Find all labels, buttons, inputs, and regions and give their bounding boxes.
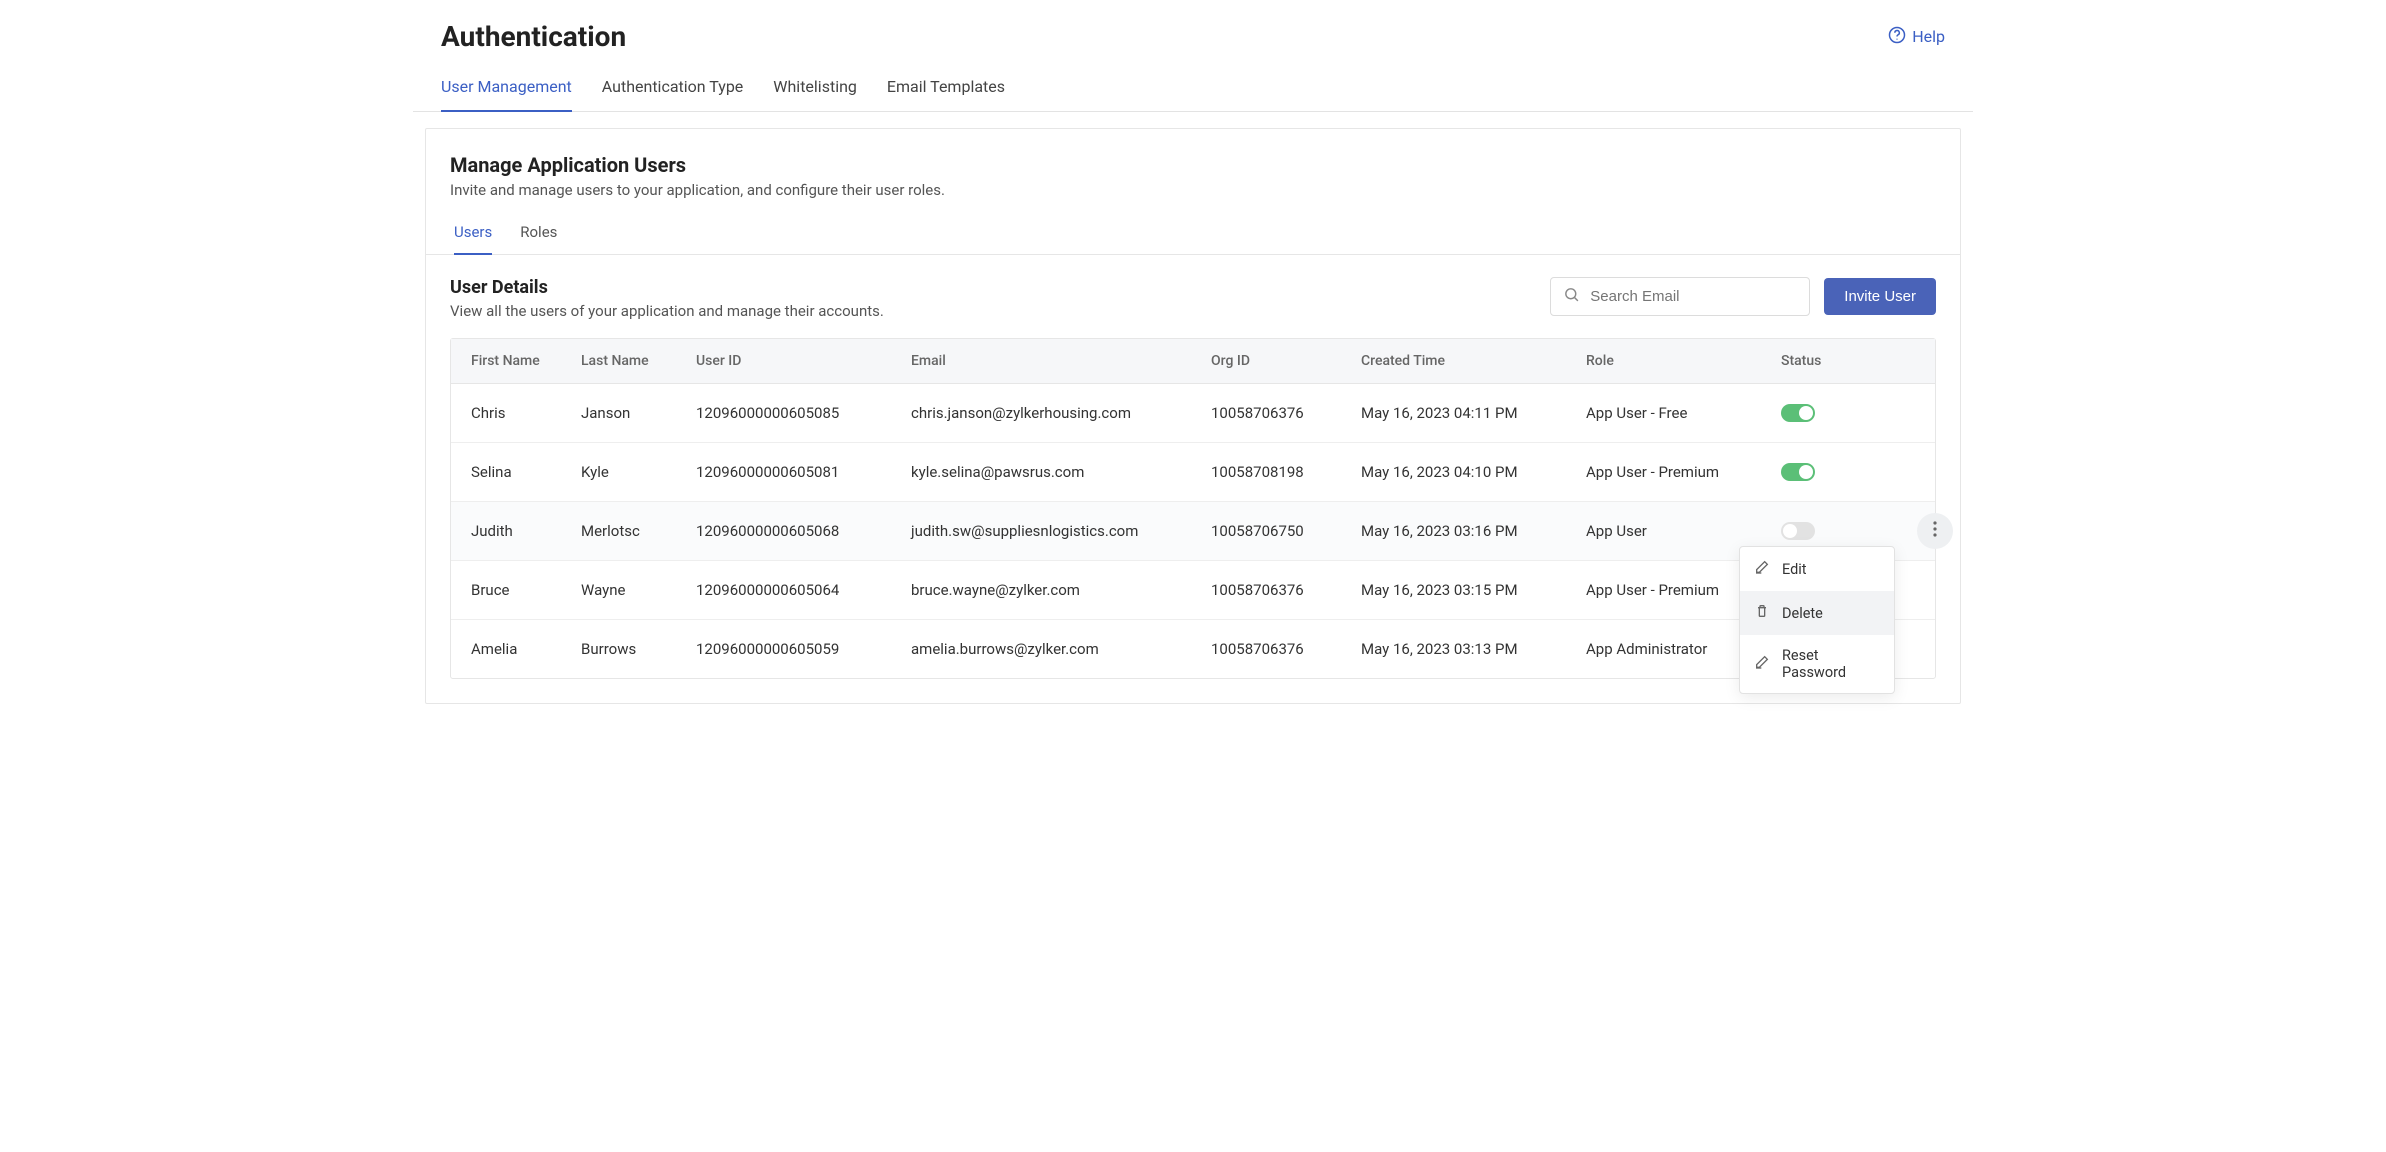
cell-last-name: Kyle	[581, 463, 696, 481]
table-row[interactable]: BruceWayne12096000000605064bruce.wayne@z…	[451, 561, 1935, 620]
menu-item-edit[interactable]: Edit	[1740, 547, 1894, 591]
table-row[interactable]: ChrisJanson12096000000605085chris.janson…	[451, 384, 1935, 443]
cell-user-id: 12096000000605064	[696, 581, 911, 599]
status-toggle[interactable]	[1781, 463, 1815, 481]
tab-user-management[interactable]: User Management	[441, 77, 572, 112]
menu-item-label: Delete	[1782, 605, 1823, 622]
table-row[interactable]: JudithMerlotsc12096000000605068judith.sw…	[451, 502, 1935, 561]
col-first-name: First Name	[471, 353, 581, 369]
cell-created-time: May 16, 2023 03:15 PM	[1361, 581, 1586, 599]
row-actions-button[interactable]	[1917, 513, 1953, 549]
col-role: Role	[1586, 353, 1781, 369]
search-icon	[1563, 286, 1590, 307]
search-input[interactable]	[1590, 288, 1797, 305]
cell-org-id: 10058706376	[1211, 640, 1361, 658]
cell-user-id: 12096000000605059	[696, 640, 911, 658]
cell-email: amelia.burrows@zylker.com	[911, 640, 1211, 658]
col-last-name: Last Name	[581, 353, 696, 369]
tab-authentication-type[interactable]: Authentication Type	[602, 77, 744, 111]
cell-first-name: Amelia	[471, 640, 581, 658]
cell-created-time: May 16, 2023 04:11 PM	[1361, 404, 1586, 422]
cell-status	[1781, 522, 1915, 540]
cell-email: bruce.wayne@zylker.com	[911, 581, 1211, 599]
cell-role: App User - Free	[1586, 404, 1781, 422]
cell-org-id: 10058708198	[1211, 463, 1361, 481]
cell-email: judith.sw@suppliesnlogistics.com	[911, 522, 1211, 540]
section-subtitle: Invite and manage users to your applicat…	[450, 181, 1936, 199]
cell-created-time: May 16, 2023 03:13 PM	[1361, 640, 1586, 658]
tab-email-templates[interactable]: Email Templates	[887, 77, 1005, 111]
users-table: First Name Last Name User ID Email Org I…	[450, 338, 1936, 679]
cell-first-name: Selina	[471, 463, 581, 481]
more-vertical-icon	[1933, 521, 1937, 541]
search-wrap[interactable]	[1550, 277, 1810, 316]
menu-item-label: Edit	[1782, 561, 1807, 578]
help-link[interactable]: Help	[1888, 26, 1945, 48]
cell-org-id: 10058706750	[1211, 522, 1361, 540]
menu-item-label: Reset Password	[1782, 647, 1880, 681]
section-title: Manage Application Users	[450, 153, 1936, 177]
invite-user-button[interactable]: Invite User	[1824, 278, 1936, 315]
col-org-id: Org ID	[1211, 353, 1361, 369]
menu-item-reset-password[interactable]: Reset Password	[1740, 635, 1894, 693]
help-icon	[1888, 26, 1906, 48]
menu-item-delete[interactable]: Delete	[1740, 591, 1894, 635]
col-user-id: User ID	[696, 353, 911, 369]
cell-org-id: 10058706376	[1211, 404, 1361, 422]
cell-last-name: Janson	[581, 404, 696, 422]
cell-first-name: Chris	[471, 404, 581, 422]
cell-email: kyle.selina@pawsrus.com	[911, 463, 1211, 481]
status-toggle[interactable]	[1781, 404, 1815, 422]
cell-last-name: Wayne	[581, 581, 696, 599]
cell-email: chris.janson@zylkerhousing.com	[911, 404, 1211, 422]
cell-role: App User - Premium	[1586, 463, 1781, 481]
edit-icon	[1754, 559, 1770, 579]
trash-icon	[1754, 603, 1770, 623]
sub-tab-roles[interactable]: Roles	[520, 223, 557, 254]
cell-org-id: 10058706376	[1211, 581, 1361, 599]
col-created-time: Created Time	[1361, 353, 1586, 369]
cell-last-name: Merlotsc	[581, 522, 696, 540]
main-tabs: User Management Authentication Type Whit…	[413, 63, 1973, 112]
cell-created-time: May 16, 2023 04:10 PM	[1361, 463, 1586, 481]
cell-first-name: Bruce	[471, 581, 581, 599]
cell-user-id: 12096000000605068	[696, 522, 911, 540]
details-subtitle: View all the users of your application a…	[450, 302, 884, 320]
table-row[interactable]: SelinaKyle12096000000605081kyle.selina@p…	[451, 443, 1935, 502]
row-context-menu: Edit Delete Reset Password	[1739, 546, 1895, 694]
table-header: First Name Last Name User ID Email Org I…	[451, 339, 1935, 384]
status-toggle[interactable]	[1781, 522, 1815, 540]
details-title: User Details	[450, 277, 884, 298]
tab-whitelisting[interactable]: Whitelisting	[773, 77, 857, 111]
col-status: Status	[1781, 353, 1915, 369]
cell-user-id: 12096000000605085	[696, 404, 911, 422]
cell-role: App User	[1586, 522, 1781, 540]
col-email: Email	[911, 353, 1211, 369]
cell-created-time: May 16, 2023 03:16 PM	[1361, 522, 1586, 540]
table-row[interactable]: AmeliaBurrows12096000000605059amelia.bur…	[451, 620, 1935, 678]
cell-user-id: 12096000000605081	[696, 463, 911, 481]
cell-status	[1781, 404, 1915, 422]
sub-tab-users[interactable]: Users	[454, 223, 492, 255]
sub-tabs: Users Roles	[426, 205, 1960, 255]
cell-first-name: Judith	[471, 522, 581, 540]
edit-icon	[1754, 654, 1770, 674]
help-label: Help	[1912, 27, 1945, 46]
cell-last-name: Burrows	[581, 640, 696, 658]
page-title: Authentication	[441, 20, 626, 53]
cell-status	[1781, 463, 1915, 481]
